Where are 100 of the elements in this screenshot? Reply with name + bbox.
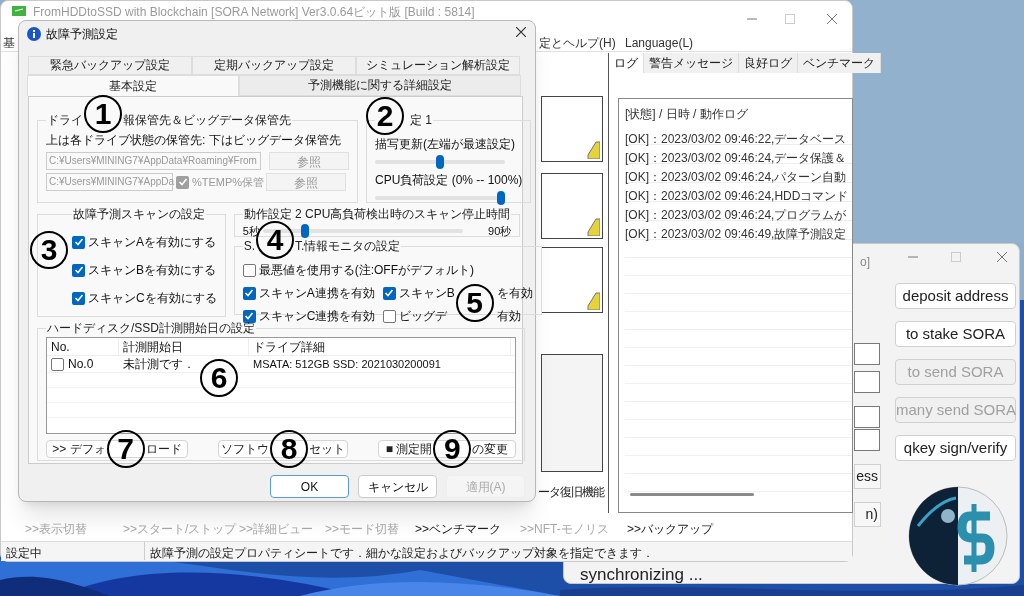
checkbox[interactable] xyxy=(51,357,64,371)
input-field[interactable] xyxy=(854,429,880,451)
dialog-tab[interactable]: 予測機能に関する詳細設定 xyxy=(239,75,521,96)
folder-icon xyxy=(586,139,600,159)
check-icon xyxy=(73,265,84,275)
group-label: 故障予測スキャンの設定 xyxy=(72,206,206,223)
slider-thumb[interactable] xyxy=(497,191,505,205)
checkbox[interactable] xyxy=(72,235,85,249)
annotation-number: 5 xyxy=(455,284,494,322)
close-icon xyxy=(997,252,1007,262)
slider[interactable] xyxy=(375,155,505,169)
checkbox-label: スキャンCを有効にする xyxy=(88,290,217,307)
maximize-icon xyxy=(785,14,795,24)
log-line: [OK]：2023/03/02 09:46:22,データベース xyxy=(625,132,847,146)
checkbox[interactable] xyxy=(176,175,189,189)
annotation-number: 9 xyxy=(433,430,472,468)
checkbox[interactable] xyxy=(382,309,396,323)
app-icon xyxy=(11,3,27,19)
log-tab[interactable]: ベンチマーク xyxy=(798,53,881,73)
check-icon xyxy=(244,311,255,321)
group-label: 定 1 xyxy=(410,112,432,129)
dialog-tab[interactable]: シミュレーション解析設定 xyxy=(356,56,520,75)
table-cell-text: No.0 xyxy=(68,356,94,373)
log-line: [OK]：2023/03/02 09:46:24,データ保護＆ xyxy=(625,151,847,165)
annotation-number: 2 xyxy=(366,97,404,135)
scrollbar[interactable] xyxy=(630,493,754,496)
dialog-tab[interactable]: 基本設定 xyxy=(27,75,239,96)
menu-item[interactable]: 基 xyxy=(3,34,15,52)
log-tab[interactable]: 警告メッセージ xyxy=(644,53,739,73)
annotation-number: 6 xyxy=(200,359,238,397)
wallet-button[interactable]: to stake SORA xyxy=(895,321,1016,347)
wallet-button[interactable]: ess xyxy=(854,464,881,489)
input-field[interactable] xyxy=(854,343,880,365)
group-label: 動作設定 2 CPU高負荷検出時のスキャン停止時間 xyxy=(242,206,512,223)
close-icon xyxy=(827,14,837,24)
wallet-button[interactable]: n) xyxy=(854,502,881,527)
checkbox-label: スキャンC連携を有効 xyxy=(258,308,376,325)
checkbox-label: スキャンBを有効にする xyxy=(88,262,216,279)
dialog-tab[interactable]: 定期バックアップ設定 xyxy=(192,56,356,75)
toolbar-button[interactable]: >>ベンチマーク xyxy=(415,520,501,538)
checkbox-label: スキャンAを有効にする xyxy=(88,234,216,251)
annotation-number: 7 xyxy=(106,430,145,468)
check-icon xyxy=(384,288,395,298)
group-note: 上は各ドライブ状態の保管先: 下はビッグデータ保管先 xyxy=(46,132,342,149)
dialog-tab[interactable]: 緊急バックアップ設定 xyxy=(28,56,192,75)
folder-icon xyxy=(586,216,600,236)
checkbox[interactable] xyxy=(242,263,256,277)
dialog-button[interactable]: キャンセル xyxy=(358,475,437,498)
check-icon xyxy=(73,293,84,303)
dialog-button[interactable]: OK xyxy=(270,475,349,498)
log-line: [OK]：2023/03/02 09:46:24,HDDコマンド xyxy=(625,189,849,203)
checkbox-label: ビッグデ xyxy=(398,308,448,325)
input-field[interactable] xyxy=(854,406,880,428)
check-icon xyxy=(73,237,84,247)
checkbox[interactable] xyxy=(242,309,256,323)
check-icon xyxy=(244,288,255,298)
log-tab[interactable]: 良好ログ xyxy=(739,53,798,73)
column-header[interactable]: ドライブ詳細 xyxy=(249,338,511,355)
action-button[interactable]: ソフトウ 8 セット xyxy=(218,430,348,468)
column-header[interactable]: 計測開始日 xyxy=(119,338,249,355)
table-cell-text: MSATA: 512GB SSD: 2021030200091 xyxy=(252,356,442,372)
annotation-number: 1 xyxy=(84,95,122,133)
checkbox[interactable] xyxy=(72,291,85,305)
annotation-number: 8 xyxy=(270,430,308,468)
status-text: 設定中 xyxy=(6,545,42,562)
input-field[interactable] xyxy=(854,371,880,393)
action-button[interactable]: >> デフォ 7 ロード xyxy=(46,430,188,468)
status-text: 故障予測の設定プロパティシートです．細かな設定およびバックアップ対象を指定できます． xyxy=(150,545,654,562)
checkbox[interactable] xyxy=(242,286,256,300)
table-cell-text: 未計測です． xyxy=(123,356,195,373)
wallet-button[interactable]: deposit address xyxy=(895,283,1016,309)
slider[interactable] xyxy=(375,191,505,205)
window-title: FromHDDtoSSD with Blockchain [SORA Network] Ver3.0.64ビット版 [Build : 5814] xyxy=(33,4,475,21)
wallet-button[interactable]: qkey sign/verify xyxy=(895,435,1016,461)
close-icon xyxy=(516,27,526,37)
group-label: 報保管先＆ビッグデータ保管先 xyxy=(123,112,291,129)
slider-label: 描写更新(左端が最速設定) xyxy=(375,136,516,153)
slider-thumb[interactable] xyxy=(436,155,444,169)
checkbox-label: %TEMP%保管 xyxy=(192,174,263,190)
slider-thumb[interactable] xyxy=(301,224,310,239)
checkbox[interactable] xyxy=(72,263,85,277)
group-label: ハードディスク/SSD計測開始日の設定 xyxy=(46,320,256,337)
window-title: o] xyxy=(860,254,870,271)
group-label: ドライ xyxy=(47,112,83,129)
slider-max-label: 90秒 xyxy=(488,224,512,239)
log-line: [OK]：2023/03/02 09:46:49,故障予測設定 xyxy=(625,227,847,241)
annotation-number: 3 xyxy=(30,231,68,269)
checkbox[interactable] xyxy=(382,286,396,300)
folder-icon xyxy=(586,290,600,310)
log-line: [OK]：2023/03/02 09:46:24,プログラムが xyxy=(625,208,847,222)
maximize-icon xyxy=(951,252,961,262)
column-header[interactable]: No. xyxy=(47,338,119,355)
action-button[interactable]: ■ 測定開 9 の変更 xyxy=(378,430,516,468)
dialog-title: 故障予測設定 xyxy=(46,26,118,43)
menu-item[interactable]: Language(L) xyxy=(625,34,694,52)
toolbar-button[interactable]: >>バックアップ xyxy=(627,520,713,538)
checkbox-label: スキャンB xyxy=(398,285,453,302)
group-label: S. xyxy=(243,238,255,255)
log-header: [状態] / 日時 / 動作ログ xyxy=(625,106,749,123)
menu-item[interactable]: 定とヘルプ(H) xyxy=(539,34,616,52)
